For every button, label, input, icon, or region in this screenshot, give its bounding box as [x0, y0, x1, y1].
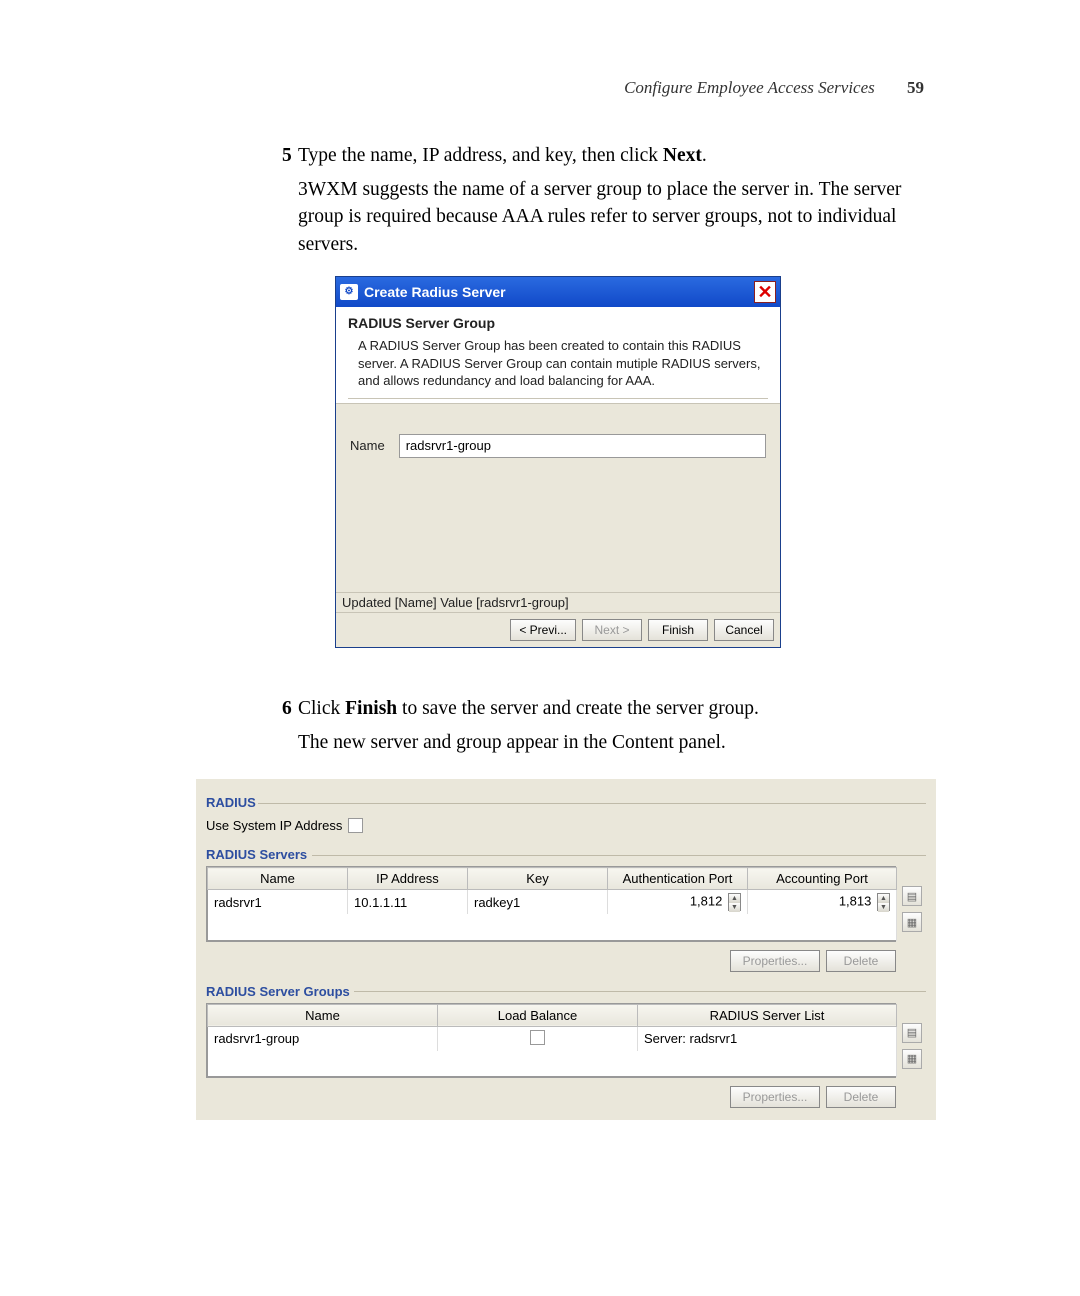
close-icon: ✕ [757, 283, 772, 301]
step5-intro-after: . [702, 145, 707, 166]
servers-side-icons: ▤ ▦ [902, 866, 922, 932]
servers-table-box: Name IP Address Key Authentication Port … [206, 866, 896, 942]
server-row[interactable]: radsrvr1 10.1.1.11 radkey1 1,812 ▲▼ 1,81… [208, 890, 897, 915]
cell-ip: 10.1.1.11 [348, 890, 468, 915]
step-5-body: 5 Type the name, IP address, and key, th… [298, 142, 938, 259]
name-label: Name [350, 434, 385, 453]
dialog-titlebar: ⚙ Create Radius Server ✕ [336, 277, 780, 307]
auth-port-spinner[interactable]: ▲▼ [728, 893, 741, 911]
radius-groups-label-text: RADIUS Server Groups [206, 984, 350, 999]
step-number-5: 5 [282, 142, 292, 170]
cancel-button[interactable]: Cancel [714, 619, 774, 641]
use-system-ip-checkbox[interactable] [348, 818, 363, 833]
radius-groups-table: Name Load Balance RADIUS Server List rad… [207, 1004, 897, 1078]
gcol-name[interactable]: Name [208, 1004, 438, 1026]
servers-button-row: Properties... Delete [206, 942, 896, 974]
col-auth-port[interactable]: Authentication Port [608, 868, 748, 890]
step5-para: 3WXM suggests the name of a server group… [298, 176, 938, 259]
dialog-title: Create Radius Server [364, 284, 506, 300]
finish-button[interactable]: Finish [648, 619, 708, 641]
close-button[interactable]: ✕ [754, 281, 776, 303]
step-number-6: 6 [282, 695, 292, 723]
cell-name: radsrvr1 [208, 890, 348, 915]
cell-auth-port: 1,812 ▲▼ [608, 890, 748, 915]
step-6-body: 6 Click Finish to save the server and cr… [298, 695, 938, 756]
radius-panel: RADIUS Use System IP Address RADIUS Serv… [196, 779, 936, 1120]
radius-groups-section-label: RADIUS Server Groups [206, 984, 926, 999]
auth-port-value: 1,812 [690, 893, 723, 908]
step6-intro-bold: Finish [345, 698, 397, 719]
group-move-down-icon[interactable]: ▦ [902, 1049, 922, 1069]
move-down-icon[interactable]: ▦ [902, 912, 922, 932]
gcell-lb [438, 1026, 638, 1051]
groups-table-wrap: Name Load Balance RADIUS Server List rad… [206, 1003, 926, 1079]
acct-port-spinner[interactable]: ▲▼ [877, 893, 890, 911]
dialog-description: A RADIUS Server Group has been created t… [348, 337, 768, 399]
dialog-heading: RADIUS Server Group [348, 315, 768, 331]
servers-table-wrap: Name IP Address Key Authentication Port … [206, 866, 926, 942]
step5-intro-before: Type the name, IP address, and key, then… [298, 145, 663, 166]
col-key[interactable]: Key [468, 868, 608, 890]
group-move-up-icon[interactable]: ▤ [902, 1023, 922, 1043]
dialog-header: RADIUS Server Group A RADIUS Server Grou… [336, 307, 780, 404]
servers-properties-button: Properties... [730, 950, 820, 972]
next-button: Next > [582, 619, 642, 641]
dialog-status: Updated [Name] Value [radsrvr1-group] [336, 592, 780, 612]
gcell-list: Server: radsrvr1 [638, 1026, 897, 1051]
move-up-icon[interactable]: ▤ [902, 886, 922, 906]
gcol-lb[interactable]: Load Balance [438, 1004, 638, 1026]
create-radius-server-dialog: ⚙ Create Radius Server ✕ RADIUS Server G… [335, 276, 781, 648]
use-system-ip-row: Use System IP Address [206, 818, 926, 833]
app-icon: ⚙ [340, 284, 358, 300]
groups-table-box: Name Load Balance RADIUS Server List rad… [206, 1003, 896, 1079]
radius-servers-section-label: RADIUS Servers [206, 847, 926, 862]
gcol-list[interactable]: RADIUS Server List [638, 1004, 897, 1026]
step6-intro-after: to save the server and create the server… [397, 698, 759, 719]
cell-key: radkey1 [468, 890, 608, 915]
dialog-body: Name [336, 404, 780, 592]
cell-acct-port: 1,813 ▲▼ [748, 890, 897, 915]
dialog-button-row: < Previ... Next > Finish Cancel [336, 612, 780, 647]
radius-label-text: RADIUS [206, 795, 256, 810]
groups-delete-button: Delete [826, 1086, 896, 1108]
col-name[interactable]: Name [208, 868, 348, 890]
name-input[interactable] [399, 434, 766, 458]
servers-delete-button: Delete [826, 950, 896, 972]
previous-button[interactable]: < Previ... [510, 619, 576, 641]
load-balance-checkbox[interactable] [530, 1030, 545, 1045]
group-row[interactable]: radsrvr1-group Server: radsrvr1 [208, 1026, 897, 1051]
groups-button-row: Properties... Delete [206, 1078, 896, 1110]
radius-section-label: RADIUS [206, 795, 926, 810]
page-header: Configure Employee Access Services 59 [624, 78, 924, 98]
radius-servers-table: Name IP Address Key Authentication Port … [207, 867, 897, 941]
col-ip[interactable]: IP Address [348, 868, 468, 890]
radius-servers-label-text: RADIUS Servers [206, 847, 307, 862]
acct-port-value: 1,813 [839, 893, 872, 908]
step6-intro-before: Click [298, 698, 345, 719]
section-title: Configure Employee Access Services [624, 78, 875, 97]
gcell-name: radsrvr1-group [208, 1026, 438, 1051]
col-acct-port[interactable]: Accounting Port [748, 868, 897, 890]
use-system-ip-label: Use System IP Address [206, 818, 342, 833]
groups-properties-button: Properties... [730, 1086, 820, 1108]
groups-side-icons: ▤ ▦ [902, 1003, 922, 1069]
page-number: 59 [907, 78, 924, 97]
step6-para: The new server and group appear in the C… [298, 729, 938, 757]
step5-intro-bold: Next [663, 145, 702, 166]
